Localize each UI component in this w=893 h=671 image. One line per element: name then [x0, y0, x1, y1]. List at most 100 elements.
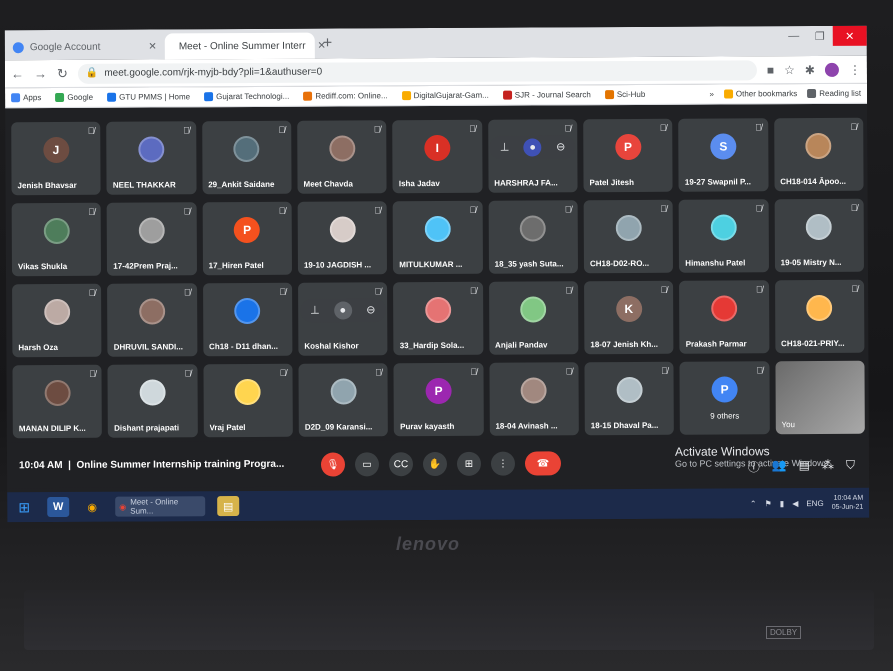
- participant-tile[interactable]: 🎙̸ Anjali Pandav: [488, 281, 579, 355]
- word-icon[interactable]: W: [47, 496, 70, 518]
- reload-icon[interactable]: ↻: [57, 65, 68, 81]
- captions-icon[interactable]: CC: [388, 452, 414, 477]
- bookmark-digitalgujarat[interactable]: DigitalGujarat-Gam...: [401, 91, 489, 101]
- volume-icon[interactable]: ◀: [792, 499, 798, 508]
- minimize-icon[interactable]: —: [781, 26, 807, 46]
- new-tab-button[interactable]: +: [323, 35, 332, 53]
- participant-tile[interactable]: 🎙̸ 19-10 JAGDISH ...: [297, 201, 388, 275]
- participant-tile[interactable]: 🎙̸ 19-05 Mistry N...: [774, 198, 864, 273]
- leave-call-button[interactable]: ☎: [524, 451, 562, 476]
- participant-tile[interactable]: You: [775, 360, 865, 435]
- participant-tile[interactable]: 🎙̸ Himanshu Patel: [678, 199, 769, 273]
- avatar: P: [614, 133, 642, 160]
- windows-start-icon[interactable]: ⊞: [13, 497, 35, 517]
- mic-muted-icon: 🎙̸: [184, 368, 192, 379]
- participant-tile[interactable]: 🎙̸ P Purav kayasth: [393, 362, 484, 437]
- present-icon[interactable]: ⊞: [456, 451, 482, 476]
- reading-list[interactable]: Reading list: [807, 89, 861, 99]
- participant-tile[interactable]: 🎙̸ D2D_09 Karansi...: [298, 363, 389, 437]
- participant-tile[interactable]: 🎙̸ CH18-014 Āpoo...: [773, 117, 864, 192]
- participant-tile[interactable]: 🎙̸ J Jenish Bhavsar: [11, 121, 101, 196]
- participant-tile[interactable]: 🎙̸ NEEL THAKKAR: [106, 121, 197, 195]
- language-indicator[interactable]: ENG: [806, 498, 823, 507]
- remove-icon[interactable]: ⊖: [362, 301, 380, 319]
- taskbar-chrome[interactable]: ◉ Meet - Online Sum...: [115, 496, 206, 517]
- participant-tile[interactable]: 🎙̸ ⊥ ● ⊖ HARSHRAJ FA...: [487, 119, 578, 193]
- remove-icon[interactable]: ⊖: [552, 138, 570, 156]
- participant-tile[interactable]: 🎙̸ 17-42Prem Praj...: [106, 202, 197, 276]
- participant-tile[interactable]: 🎙̸ Ch18 - D11 dhan...: [202, 282, 293, 357]
- tab-meet[interactable]: Meet - Online Summer Interr ✕: [164, 32, 326, 60]
- participant-tile[interactable]: 🎙̸ DHRUVIL SANDI...: [107, 283, 198, 357]
- avatar: [328, 135, 356, 162]
- participant-tile[interactable]: 🎙̸ I Isha Jadav: [392, 119, 483, 194]
- participant-tile[interactable]: 🎙̸ Vikas Shukla: [11, 202, 102, 277]
- file-explorer-icon[interactable]: ▤: [217, 496, 240, 517]
- participant-tile[interactable]: 🎙̸ S 19-27 Swapnil P...: [678, 118, 769, 192]
- people-icon[interactable]: 👥: [772, 458, 787, 475]
- mic-muted-icon: 🎙̸: [564, 123, 572, 134]
- meeting-title[interactable]: Online Summer Internship training Progra…: [76, 459, 284, 471]
- star-icon[interactable]: ☆: [784, 63, 795, 77]
- avatar: [44, 379, 71, 406]
- participant-tile[interactable]: 🎙̸ P Patel Jitesh: [583, 118, 673, 193]
- bookmark-gujarat-tech[interactable]: Gujarat Technologi...: [204, 92, 289, 102]
- menu-icon[interactable]: ⋮: [849, 62, 861, 76]
- bookmark-google[interactable]: Google: [55, 93, 93, 102]
- participant-tile[interactable]: 🎙̸ 18_35 yash Suta...: [488, 200, 578, 274]
- taskbar-clock[interactable]: 10:04 AM 05-Jun-21: [832, 494, 864, 512]
- activities-icon[interactable]: ⁂: [822, 458, 834, 475]
- camera-icon[interactable]: ▭: [354, 452, 380, 477]
- mic-muted-icon: 🎙̸: [660, 284, 668, 295]
- chevron-icon[interactable]: »: [709, 90, 714, 99]
- bookmark-sjr[interactable]: SJR - Journal Search: [502, 90, 591, 100]
- pin-icon[interactable]: ⊥: [306, 301, 324, 319]
- raise-hand-icon[interactable]: ✋: [422, 451, 448, 477]
- info-icon[interactable]: ⓘ: [748, 458, 760, 475]
- participant-tile[interactable]: 🎙̸ 29_Ankit Saidane: [201, 120, 292, 195]
- network-icon[interactable]: ▮: [780, 499, 784, 508]
- extensions-icon[interactable]: ✱: [805, 63, 815, 77]
- address-bar[interactable]: 🔒 meet.google.com/rjk-myjb-bdy?pli=1&aut…: [77, 59, 757, 84]
- other-bookmarks[interactable]: Other bookmarks: [723, 89, 797, 99]
- forward-icon[interactable]: →: [34, 66, 47, 81]
- participant-tile[interactable]: 🎙̸ 33_Hardip Sola...: [393, 281, 484, 356]
- back-icon[interactable]: ←: [11, 66, 24, 81]
- participant-tile[interactable]: 🎙̸ ⊥ ● ⊖ Koshal Kishor: [298, 282, 388, 356]
- more-options-icon[interactable]: ⋮: [490, 451, 516, 476]
- participant-tile[interactable]: 🎙̸ P 17_Hiren Patel: [202, 201, 293, 276]
- avatar: [520, 296, 547, 323]
- participant-tile[interactable]: 🎙̸ MANAN DILIP K...: [12, 364, 103, 439]
- participant-tile[interactable]: 🎙̸ 18-04 Avinash ...: [489, 362, 579, 436]
- host-controls-icon[interactable]: ⛉: [846, 458, 855, 475]
- tab-google-account[interactable]: Google Account ✕: [5, 33, 165, 60]
- pin-icon[interactable]: ⊥: [496, 138, 514, 156]
- participant-tile[interactable]: 🎙̸ 18-15 Dhaval Pa...: [584, 361, 675, 436]
- participant-tile[interactable]: 🎙̸ MITULKUMAR ...: [392, 200, 483, 275]
- participant-tile[interactable]: 🎙̸ Dishant prajapati: [107, 364, 198, 438]
- profile-avatar[interactable]: [824, 62, 839, 77]
- mic-muted-icon: 🎙̸: [279, 286, 287, 297]
- participant-tile[interactable]: 🎙̸ CH18-021-PRIY...: [774, 279, 865, 354]
- tray-up-icon[interactable]: ⌃: [750, 499, 757, 508]
- camera-icon[interactable]: ■: [767, 63, 774, 77]
- close-window-icon[interactable]: ✕: [832, 25, 867, 46]
- maximize-icon[interactable]: ❐: [807, 26, 833, 46]
- bookmark-apps[interactable]: Apps: [11, 93, 41, 103]
- participant-tile[interactable]: 🎙̸ Meet Chavda: [297, 120, 387, 194]
- participant-tile[interactable]: 🎙̸ Harsh Oza: [12, 283, 102, 358]
- participant-tile[interactable]: 🎙̸ CH18-D02-RO...: [583, 199, 674, 274]
- close-icon[interactable]: ✕: [148, 41, 156, 52]
- mic-off-icon[interactable]: 🎙: [320, 452, 346, 477]
- ie-icon[interactable]: ◉: [81, 497, 103, 517]
- participant-name: Dishant prajapati: [114, 423, 180, 433]
- flag-icon[interactable]: ⚑: [765, 499, 772, 508]
- bookmark-gtu-pmms[interactable]: GTU PMMS | Home: [107, 92, 190, 102]
- chat-icon[interactable]: ▤: [799, 458, 810, 475]
- bookmark-scihub[interactable]: Sci-Hub: [604, 90, 645, 100]
- participant-tile[interactable]: 🎙̸ Vraj Patel: [203, 363, 293, 438]
- participant-tile[interactable]: 🎙̸ P 9 others: [679, 361, 770, 435]
- participant-tile[interactable]: 🎙̸ Prakash Parmar: [679, 280, 770, 354]
- participant-tile[interactable]: 🎙̸ K 18-07 Jenish Kh...: [584, 280, 674, 355]
- bookmark-rediff[interactable]: Rediff.com: Online...: [303, 91, 388, 101]
